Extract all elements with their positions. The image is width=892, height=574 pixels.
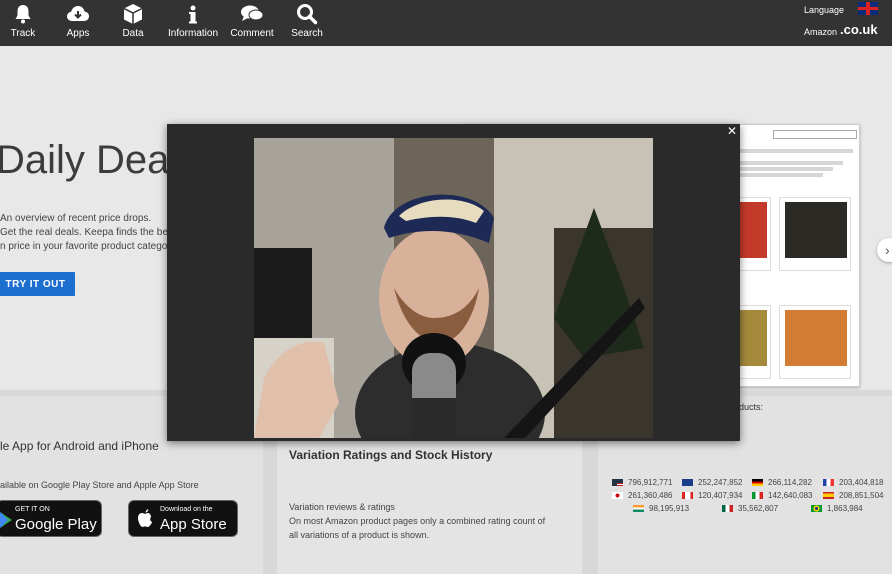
- amazon-domain-select[interactable]: .co.uk: [840, 22, 878, 37]
- top-navigation: Track Apps Data Information Comment Sear…: [0, 0, 892, 46]
- chat-bubble-icon: [241, 5, 264, 21]
- bell-icon: [15, 5, 31, 24]
- ca-flag-icon: [682, 492, 693, 499]
- stat-br: 1,863,984: [811, 503, 863, 514]
- in-flag-icon: [633, 505, 644, 512]
- stat-value: 203,404,818: [839, 478, 884, 487]
- stat-value: 1,863,984: [827, 504, 863, 513]
- nav-track[interactable]: Track: [6, 0, 40, 46]
- es-flag-icon: [823, 492, 834, 499]
- app-store-small: Download on the: [160, 506, 213, 513]
- hero-desc-line: An overview of recent price drops.: [0, 213, 152, 224]
- video-modal: ✕: [167, 124, 740, 441]
- stat-value: 266,114,282: [768, 478, 812, 487]
- nav-apps-label: Apps: [66, 28, 90, 39]
- stat-es: 208,851,504: [823, 490, 884, 501]
- nav-information[interactable]: Information: [164, 0, 222, 46]
- uk-flag-icon: [682, 479, 693, 486]
- de-flag-icon: [752, 479, 763, 486]
- preview-deal-card: [779, 197, 851, 271]
- fr-flag-icon: [823, 479, 834, 486]
- stat-value: 252,247,852: [698, 478, 743, 487]
- stat-ca: 120,407,934: [682, 490, 743, 501]
- nav-apps[interactable]: Apps: [62, 0, 94, 46]
- apps-subtitle: ailable on Google Play Store and Apple A…: [0, 480, 199, 490]
- br-flag-icon: [811, 505, 822, 512]
- hero-desc-line: n price in your favorite product catego: [0, 241, 168, 252]
- variation-title: Variation Ratings and Stock History: [289, 448, 493, 462]
- google-play-button[interactable]: GET IT ON Google Play: [0, 500, 102, 537]
- nav-data[interactable]: Data: [118, 0, 148, 46]
- variation-desc-line: On most Amazon product pages only a comb…: [289, 516, 546, 526]
- stat-it: 142,640,083: [752, 490, 813, 501]
- stat-jp: 261,360,486: [612, 490, 673, 501]
- stat-value: 98,195,913: [649, 504, 690, 513]
- nav-comment[interactable]: Comment: [228, 0, 276, 46]
- stat-in: 98,195,913: [633, 503, 689, 514]
- google-play-icon: [0, 512, 12, 528]
- it-flag-icon: [752, 492, 763, 499]
- uk-flag-icon[interactable]: [858, 2, 878, 15]
- app-store-big: App Store: [160, 516, 227, 533]
- nav-comment-label: Comment: [230, 28, 274, 39]
- google-play-big: Google Play: [15, 516, 97, 533]
- stat-mx: 35,562,807: [722, 503, 778, 514]
- stat-value: 208,851,504: [839, 491, 884, 500]
- amazon-label: Amazon: [804, 27, 838, 37]
- cube-icon: [123, 4, 143, 24]
- nav-search[interactable]: Search: [290, 0, 324, 46]
- chevron-right-icon[interactable]: ›: [877, 238, 892, 262]
- language-label: Language: [804, 5, 845, 15]
- stat-de: 266,114,282: [752, 477, 812, 488]
- variation-desc-line: Variation reviews & ratings: [289, 502, 395, 512]
- variation-desc-line: all variations of a product is shown.: [289, 530, 430, 540]
- stat-us: 796,912,771: [612, 477, 673, 488]
- stat-value: 120,407,934: [698, 491, 743, 500]
- stat-uk: 252,247,852: [682, 477, 743, 488]
- us-flag-icon: [612, 479, 623, 486]
- mx-flag-icon: [722, 505, 733, 512]
- stat-fr: 203,404,818: [823, 477, 884, 488]
- jp-flag-icon: [612, 492, 623, 499]
- stat-value: 796,912,771: [628, 478, 673, 487]
- cloud-download-icon: [67, 6, 89, 21]
- video-player[interactable]: [254, 138, 653, 438]
- hero-description: An overview of recent price drops. Get t…: [0, 212, 180, 254]
- nav-information-label: Information: [167, 28, 219, 39]
- stats-title: ducts:: [739, 402, 764, 412]
- stat-value: 35,562,807: [738, 504, 779, 513]
- info-icon: [189, 5, 197, 24]
- hero-desc-line: Get the real deals. Keepa finds the best: [0, 227, 176, 238]
- variation-description: Variation reviews & ratings On most Amaz…: [289, 500, 579, 542]
- video-frame: [254, 138, 653, 438]
- app-store-button[interactable]: Download on the App Store: [128, 500, 238, 537]
- try-it-out-button[interactable]: TRY IT OUT: [0, 272, 75, 296]
- google-play-small: GET IT ON: [15, 506, 50, 513]
- nav-track-label: Track: [10, 28, 36, 39]
- preview-cover: [785, 310, 847, 366]
- apps-title: le App for Android and iPhone: [0, 439, 159, 453]
- preview-deal-card: [779, 305, 851, 379]
- apple-icon: [138, 509, 152, 527]
- preview-top-search: [773, 130, 857, 139]
- stat-value: 261,360,486: [628, 491, 673, 500]
- preview-cover: [785, 202, 847, 258]
- close-icon[interactable]: ✕: [725, 124, 739, 138]
- search-icon: [297, 4, 318, 25]
- stat-value: 142,640,083: [768, 491, 813, 500]
- nav-search-label: Search: [291, 28, 323, 39]
- nav-data-label: Data: [122, 28, 144, 39]
